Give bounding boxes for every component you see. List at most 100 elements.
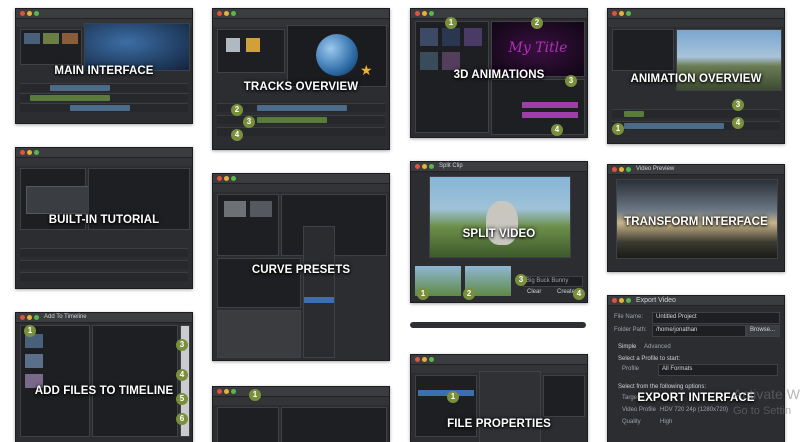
- step-badge: 1: [249, 389, 261, 401]
- curve-preset-menu[interactable]: [303, 226, 335, 358]
- tile-label: CURVE PRESETS: [251, 264, 351, 276]
- timeline-pane: [217, 310, 301, 358]
- timeline-options-pane: [92, 325, 178, 437]
- profile-label: Profile: [622, 366, 640, 372]
- window-titlebar: [608, 296, 784, 306]
- timeline-track: [20, 103, 188, 112]
- video-preview-pane: [281, 407, 387, 442]
- main-interface-tile[interactable]: MAIN INTERFACE: [15, 8, 193, 124]
- browse-button[interactable]: Browse...: [746, 325, 780, 337]
- openshot-logo: [316, 34, 358, 76]
- tab-advanced[interactable]: Advanced: [644, 344, 671, 350]
- builtin-tutorial-tile[interactable]: BUILT-IN TUTORIAL: [15, 147, 193, 289]
- window-titlebar: [411, 355, 587, 365]
- tile-label: TRACKS OVERVIEW: [243, 81, 359, 93]
- profile-select[interactable]: All Formats: [658, 364, 778, 376]
- video-profile-label: Video Profile: [622, 407, 656, 413]
- step-badge: 1: [612, 123, 624, 135]
- tracks-overview-tile[interactable]: ★ 2 3 4 TRACKS OVERVIEW: [212, 8, 390, 150]
- timeline-track: [612, 121, 780, 130]
- project-files-pane: [20, 29, 82, 65]
- activation-watermark-line1: Activate W: [733, 386, 800, 402]
- step-badge: 2: [463, 288, 475, 300]
- profile-heading: Select a Profile to start:: [618, 356, 681, 362]
- activation-watermark-line2: Go to Settin: [733, 405, 792, 417]
- step-badge: 4: [551, 124, 563, 136]
- tile-label: MAIN INTERFACE: [54, 65, 154, 77]
- step-badge: 4: [231, 129, 243, 141]
- quality-value[interactable]: High: [660, 419, 672, 425]
- step-badge: 2: [531, 17, 543, 29]
- timeline-track: [20, 83, 188, 92]
- split-video-tile[interactable]: Split Clip Big Buck Bunny Clear Create 1…: [410, 161, 588, 303]
- export-interface-tile[interactable]: Export Video File Name: Untitled Project…: [607, 295, 785, 442]
- step-badge: 1: [417, 288, 429, 300]
- add-files-tile[interactable]: Add To Timeline 1 3 4 5 6 ADD FILES TO T…: [15, 312, 193, 442]
- tile-label: ANIMATION OVERVIEW: [630, 73, 762, 85]
- options-heading: Select from the following options:: [618, 384, 707, 390]
- window-titlebar: [411, 9, 587, 19]
- curve-presets-tile[interactable]: CURVE PRESETS: [212, 173, 390, 361]
- step-badge: 1: [445, 17, 457, 29]
- tile-label: 3D ANIMATIONS: [453, 69, 545, 81]
- folder-path-label: Folder Path:: [614, 327, 647, 333]
- tile-label: SPLIT VIDEO: [462, 228, 536, 240]
- step-badge: 4: [573, 288, 585, 300]
- timeline-track: [20, 260, 188, 269]
- video-preview-pane: [84, 23, 190, 71]
- project-files-pane: [217, 29, 285, 73]
- timeline-track: [20, 93, 188, 102]
- timeline-track: [612, 109, 780, 118]
- toolbar: [213, 397, 389, 405]
- quality-label: Quality: [622, 419, 641, 425]
- file-properties-tile[interactable]: 1 FILE PROPERTIES: [410, 354, 588, 442]
- folder-path-field[interactable]: /home/jonathan: [652, 325, 746, 337]
- window-titlebar: [16, 9, 192, 19]
- tab-simple[interactable]: Simple: [618, 344, 636, 350]
- partial-screenshot-tile[interactable]: 1: [212, 386, 390, 442]
- transform-interface-tile[interactable]: Video Preview TRANSFORM INTERFACE: [607, 164, 785, 272]
- window-titlebar: [608, 9, 784, 19]
- step-badge: 4: [176, 369, 188, 381]
- toolbar: [213, 184, 389, 192]
- video-preview-pane: [543, 375, 585, 417]
- step-badge: 4: [732, 117, 744, 129]
- file-list-pane: [20, 325, 90, 437]
- step-badge: 1: [447, 391, 459, 403]
- toolbar: [16, 158, 192, 166]
- video-preview-pane: [429, 176, 571, 258]
- file-name-label: File Name:: [614, 314, 644, 320]
- tile-label: FILE PROPERTIES: [447, 418, 551, 430]
- step-badge: 1: [24, 325, 36, 337]
- video-preview-pane: ★: [287, 25, 387, 87]
- window-titlebar: [16, 313, 192, 323]
- video-profile-value[interactable]: HDV 720 24p (1280x720): [660, 407, 728, 413]
- window-titlebar: [608, 165, 784, 175]
- tile-label: ADD FILES TO TIMELINE: [34, 385, 174, 397]
- timeline-track: [20, 248, 188, 257]
- preview-title-text: My Title: [508, 40, 568, 56]
- window-title: Export Video: [636, 297, 676, 304]
- 3d-animations-tile[interactable]: My Title 1 2 3 4 3D ANIMATIONS: [410, 8, 588, 138]
- file-name-field[interactable]: Untitled Project: [652, 312, 780, 324]
- window-title: Video Preview: [636, 166, 675, 172]
- clip-name-field[interactable]: Big Buck Bunny: [523, 276, 583, 287]
- window-titlebar: [411, 162, 587, 172]
- window-title: Add To Timeline: [44, 314, 87, 320]
- clear-button[interactable]: Clear: [527, 289, 541, 295]
- window-titlebar: [213, 9, 389, 19]
- star-icon: ★: [360, 62, 373, 78]
- window-titlebar: [213, 174, 389, 184]
- project-files-pane: [217, 194, 279, 256]
- animation-overview-tile[interactable]: 1 3 4 ANIMATION OVERVIEW: [607, 8, 785, 144]
- project-files-pane: [612, 29, 674, 71]
- window-titlebar: [16, 148, 192, 158]
- project-files-pane: [217, 407, 279, 442]
- separator-bar: [410, 322, 586, 328]
- step-badge: 3: [176, 339, 188, 351]
- step-badge: 2: [231, 104, 243, 116]
- step-badge: 3: [515, 274, 527, 286]
- toolbar: [608, 19, 784, 27]
- tile-label: BUILT-IN TUTORIAL: [48, 214, 160, 226]
- timeline-track: [20, 272, 188, 281]
